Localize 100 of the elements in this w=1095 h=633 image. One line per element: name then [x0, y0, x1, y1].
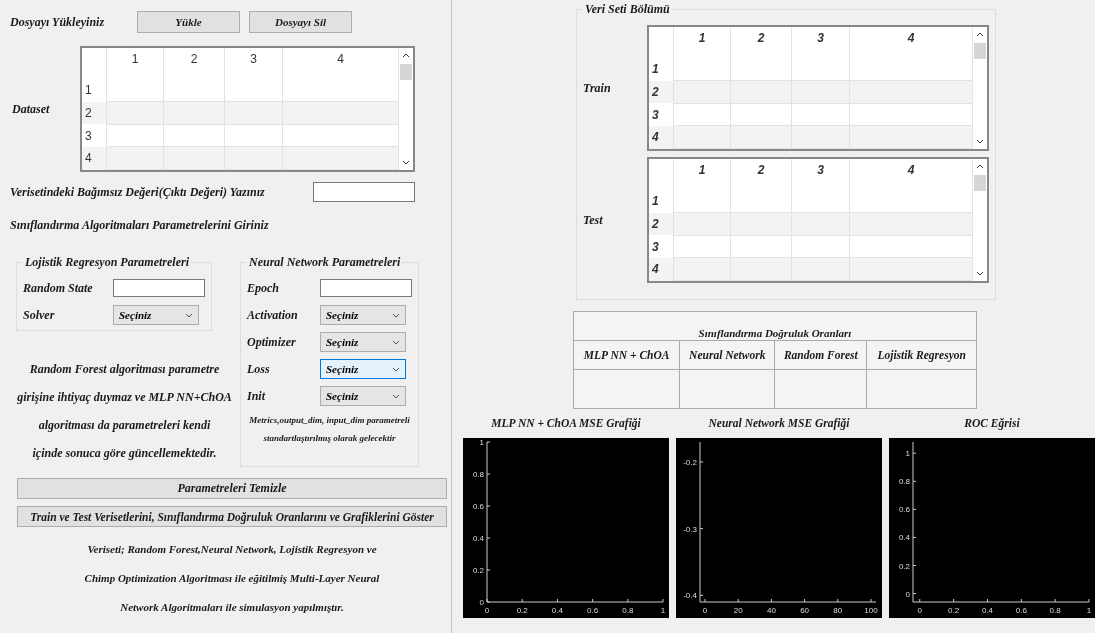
- action-button[interactable]: Parametreleri Temizle: [17, 478, 447, 499]
- field-label: Random State: [23, 280, 94, 296]
- footer-text: Veriseti; Random Forest,Neural Network, Lojistik Regresyon ve: [86, 542, 378, 557]
- tick-label: 0.8: [472, 470, 484, 479]
- tick-label: 0.4: [898, 533, 910, 543]
- chevron-down-icon: [392, 393, 400, 399]
- footer-text: Network Algoritmaları ile simulasyon yapılmıştır.: [119, 600, 345, 615]
- tick-label: 1: [479, 438, 484, 447]
- column-header: 3: [224, 48, 283, 79]
- chart-title: MLP NN + ChOA MSE Grafiği: [491, 417, 641, 429]
- output-field-label: Verisetindeki Bağımsız Değeri(Çıktı Değeri) Yazınız: [10, 184, 266, 200]
- table-cell: [106, 79, 164, 102]
- chart-title: Neural Network MSE Grafiği: [708, 417, 850, 429]
- tick-label: 20: [733, 606, 743, 615]
- tick-label: -0.3: [683, 524, 697, 534]
- upload-label: Dosyayı Yükleyiniz: [10, 14, 106, 30]
- footer-text: Chimp Optimization Algoritması ile eğitilmiş Multi-Layer Neural: [83, 571, 381, 586]
- table-cell: [791, 190, 850, 213]
- field-label: Epoch: [247, 280, 280, 296]
- note-text: standartlaştırılmış olarak gelecektir: [262, 433, 397, 443]
- tick-label: 0.4: [472, 534, 484, 543]
- tick-label: 0.6: [1015, 606, 1027, 615]
- tick-label: 0.6: [898, 505, 910, 515]
- row-header: 4: [649, 125, 674, 149]
- row-header: 3: [82, 124, 107, 147]
- input-field[interactable]: [113, 279, 205, 297]
- column-header: Lojistik Regresyon: [866, 340, 977, 370]
- table-cell: [791, 58, 850, 81]
- column-header: 1: [106, 48, 164, 79]
- row-header: 4: [82, 146, 107, 170]
- field-label: Loss: [247, 361, 271, 377]
- dropdown[interactable]: Seçiniz: [320, 305, 406, 325]
- output-input-field[interactable]: [313, 182, 415, 202]
- dataset-label: Dataset: [11, 101, 51, 117]
- tick-label: 1: [905, 449, 910, 459]
- tick-label: 0.2: [472, 566, 484, 575]
- column-header: Neural Network: [679, 340, 775, 370]
- input-field[interactable]: [320, 279, 412, 297]
- column-header: 2: [730, 27, 792, 58]
- table-cell: [730, 58, 792, 81]
- dropdown[interactable]: Seçiniz: [320, 386, 406, 406]
- column-header: 2: [730, 159, 792, 190]
- tick-label: 0.8: [898, 477, 910, 487]
- field-label: Solver: [23, 307, 56, 323]
- row-header: 1: [649, 58, 674, 81]
- tick-label: 1: [660, 606, 666, 615]
- column-header: 3: [791, 159, 850, 190]
- group-title: Neural Network Parametreleri: [248, 255, 402, 270]
- field-label: Activation: [247, 307, 299, 323]
- tick-label: 0: [484, 606, 490, 615]
- row-header: 1: [82, 79, 107, 102]
- row-header: 1: [649, 190, 674, 213]
- table-cell: [673, 190, 731, 213]
- tick-label: 0: [479, 598, 484, 607]
- tick-label: 0.6: [587, 606, 599, 615]
- chevron-down-icon: [392, 312, 400, 318]
- table-cell: [224, 79, 283, 102]
- tick-label: 100: [864, 606, 878, 615]
- upload-action-button[interactable]: Yükle: [137, 11, 240, 33]
- dropdown[interactable]: Seçiniz: [113, 305, 199, 325]
- table-cell: [730, 190, 792, 213]
- note-text: içinde sonuca göre güncellemektedir.: [31, 445, 218, 462]
- column-header: 4: [282, 48, 399, 79]
- tick-label: 0: [702, 606, 708, 615]
- tick-label: 80: [833, 606, 843, 615]
- chart-title: ROC Eğrisi: [964, 417, 1020, 429]
- chevron-down-icon: [392, 339, 400, 345]
- tick-label: 0.8: [622, 606, 634, 615]
- table-title: Sınıflandırma Doğruluk Oranları: [573, 311, 977, 341]
- group-title: Veri Seti Bölümü: [584, 2, 671, 17]
- row-header: 3: [649, 235, 674, 258]
- row-header: 4: [649, 257, 674, 281]
- column-header: 4: [849, 27, 973, 58]
- column-header: 3: [791, 27, 850, 58]
- row-header: 2: [649, 212, 674, 236]
- tick-label: 0.4: [551, 606, 563, 615]
- action-button[interactable]: Train ve Test Verisetlerini, Sınıflandırma Doğruluk Oranlarını ve Grafiklerini Göster: [17, 506, 447, 527]
- tick-label: 0.2: [898, 561, 910, 571]
- tick-label: 0.8: [1049, 606, 1061, 615]
- column-header: 1: [673, 159, 731, 190]
- dropdown[interactable]: Seçiniz: [320, 332, 406, 352]
- table-cell: [163, 79, 225, 102]
- params-heading: Sınıflandırma Algoritmaları Parametrelerini Giriniz: [9, 218, 270, 233]
- tick-label: -0.4: [683, 591, 697, 601]
- tick-label: 0.6: [472, 502, 484, 511]
- row-header: 2: [82, 101, 107, 125]
- row-header: 3: [649, 103, 674, 126]
- row-header: 2: [649, 80, 674, 104]
- table-label: Train: [583, 80, 612, 96]
- tick-label: 40: [766, 606, 776, 615]
- tick-label: 0.2: [516, 606, 528, 615]
- column-header: 1: [673, 27, 731, 58]
- note-text: algoritması da parametreleri kendi: [37, 417, 212, 434]
- column-header: 4: [849, 159, 973, 190]
- note-text: Random Forest algoritması parametre: [28, 361, 221, 378]
- dropdown[interactable]: Seçiniz: [320, 359, 406, 379]
- tick-label: 0.2: [948, 606, 960, 615]
- upload-action-button[interactable]: Dosyayı Sil: [249, 11, 352, 33]
- tick-label: 0: [917, 606, 922, 615]
- column-header: Random Forest: [774, 340, 867, 370]
